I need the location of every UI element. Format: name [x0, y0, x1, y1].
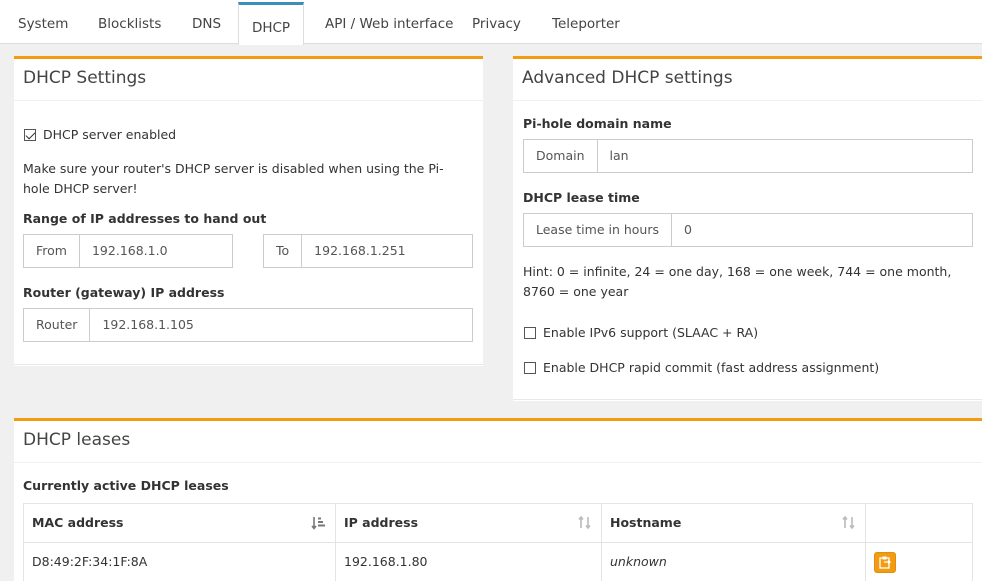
column-header-hostname-label: Hostname	[610, 515, 682, 530]
dhcp-settings-header: DHCP Settings	[14, 59, 483, 101]
lease-time-hint: Hint: 0 = infinite, 24 = one day, 168 = …	[523, 264, 952, 299]
ipv6-support-label: Enable IPv6 support (SLAAC + RA)	[543, 325, 759, 340]
dhcp-enabled-label: DHCP server enabled	[43, 127, 177, 142]
range-label: Range of IP addresses to hand out	[23, 211, 267, 226]
ipv6-support-checkbox[interactable]	[524, 326, 536, 339]
tab-system[interactable]: System	[18, 4, 68, 44]
column-header-mac[interactable]: MAC address	[24, 504, 336, 542]
sort-icon[interactable]	[841, 504, 857, 542]
router-input-group: Router 192.168.1.105	[23, 308, 473, 342]
from-addon: From	[24, 235, 80, 267]
dhcp-settings-footer	[14, 364, 483, 365]
tab-privacy[interactable]: Privacy	[472, 4, 521, 44]
lease-ip-cell: 192.168.1.80	[336, 543, 602, 581]
to-ip-input[interactable]: 192.168.1.251	[302, 235, 472, 267]
column-header-ip[interactable]: IP address	[336, 504, 602, 542]
advanced-dhcp-title: Advanced DHCP settings	[522, 68, 733, 88]
rapid-commit-label: Enable DHCP rapid commit (fast address a…	[543, 360, 880, 375]
router-ip-input[interactable]: 192.168.1.105	[90, 309, 472, 341]
router-addon: Router	[24, 309, 91, 341]
tab-blocklists[interactable]: Blocklists	[98, 4, 161, 44]
domain-input[interactable]: lan	[598, 140, 972, 172]
router-label: Router (gateway) IP address	[23, 285, 225, 300]
active-leases-label: Currently active DHCP leases	[23, 478, 229, 493]
ipv6-support-row[interactable]: Enable IPv6 support (SLAAC + RA)	[524, 325, 758, 340]
advanced-dhcp-footer	[513, 399, 982, 400]
column-header-actions	[866, 504, 972, 542]
table-row: D8:49:2F:34:1F:8A 192.168.1.80 unknown	[24, 543, 972, 581]
tab-teleporter[interactable]: Teleporter	[552, 4, 620, 44]
lease-time-addon: Lease time in hours	[524, 214, 672, 246]
dhcp-leases-header: DHCP leases	[14, 421, 982, 463]
tab-api-web-interface[interactable]: API / Web interface	[325, 4, 453, 44]
lease-time-input[interactable]: 0	[672, 214, 972, 246]
to-addon: To	[264, 235, 303, 267]
lease-mac-cell: D8:49:2F:34:1F:8A	[24, 543, 336, 581]
from-input-group: From 192.168.1.0	[23, 234, 233, 268]
column-header-ip-label: IP address	[344, 515, 419, 530]
tab-dns[interactable]: DNS	[192, 4, 221, 44]
dhcp-settings-title: DHCP Settings	[23, 68, 147, 88]
dhcp-enabled-checkbox[interactable]	[24, 128, 36, 141]
column-header-hostname[interactable]: Hostname	[602, 504, 866, 542]
copy-to-static-button[interactable]	[874, 552, 896, 573]
lease-hostname-cell: unknown	[602, 543, 866, 581]
dhcp-settings-box: DHCP Settings DHCP server enabled Make s…	[14, 56, 483, 366]
tab-dhcp[interactable]: DHCP	[238, 2, 304, 45]
table-header-row: MAC address IP address Hostname	[24, 504, 972, 543]
rapid-commit-checkbox[interactable]	[524, 361, 536, 374]
dhcp-leases-table: MAC address IP address Hostname D8:49:2F…	[23, 503, 973, 581]
dhcp-leases-title: DHCP leases	[23, 430, 131, 450]
to-input-group: To 192.168.1.251	[263, 234, 473, 268]
advanced-dhcp-header: Advanced DHCP settings	[513, 59, 982, 101]
lease-time-input-group: Lease time in hours 0	[523, 213, 973, 247]
sort-icon[interactable]	[577, 504, 593, 542]
sort-ascending-icon[interactable]	[311, 504, 327, 542]
clipboard-icon	[879, 556, 891, 569]
dhcp-enabled-row[interactable]: DHCP server enabled	[24, 127, 176, 142]
rapid-commit-row[interactable]: Enable DHCP rapid commit (fast address a…	[524, 360, 879, 375]
from-ip-input[interactable]: 192.168.1.0	[80, 235, 232, 267]
column-header-mac-label: MAC address	[32, 515, 124, 530]
lease-actions-cell	[866, 543, 972, 581]
dhcp-router-note: Make sure your router's DHCP server is d…	[23, 161, 444, 196]
domain-label: Pi-hole domain name	[523, 116, 672, 131]
advanced-dhcp-box: Advanced DHCP settings Pi-hole domain na…	[513, 56, 982, 401]
lease-time-label: DHCP lease time	[523, 190, 640, 205]
domain-addon: Domain	[524, 140, 598, 172]
domain-input-group: Domain lan	[523, 139, 973, 173]
settings-tabs: System Blocklists DNS DHCP API / Web int…	[0, 0, 982, 45]
